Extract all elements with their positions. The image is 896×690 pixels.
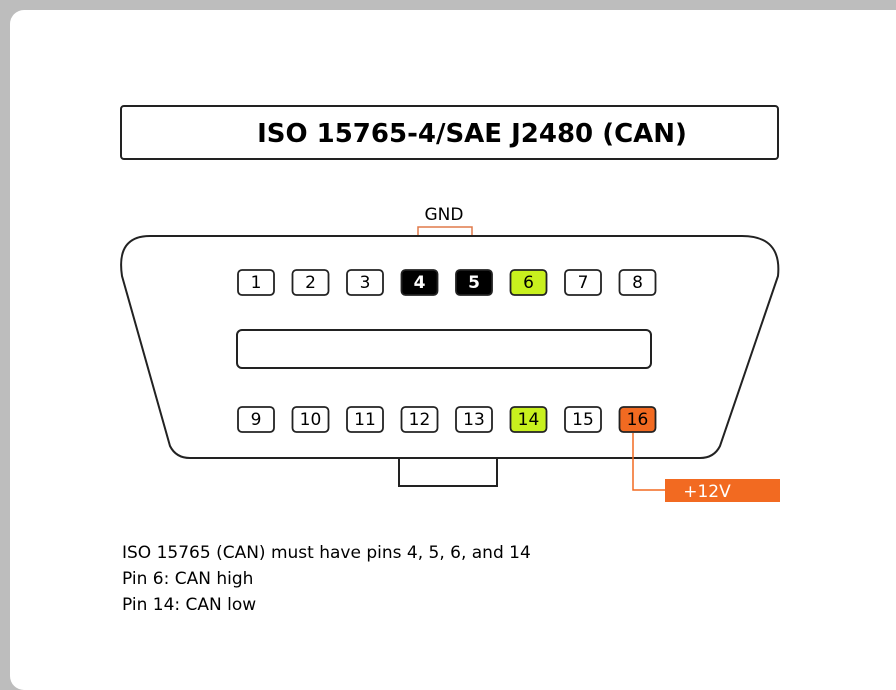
pin-number: 12 xyxy=(409,410,431,430)
top-pin-8: 8 xyxy=(618,269,657,296)
pin-number: 11 xyxy=(354,410,376,430)
pin-number: 14 xyxy=(518,410,540,430)
pin-number: 16 xyxy=(627,410,649,430)
top-pin-7: 7 xyxy=(564,269,602,296)
pin-number: 6 xyxy=(523,273,534,293)
bottom-pin-14: 14 xyxy=(509,406,548,433)
pin-number: 8 xyxy=(632,273,643,293)
center-slot xyxy=(236,329,652,369)
pin-number: 15 xyxy=(572,410,594,430)
power-label: +12V xyxy=(683,482,731,502)
pin-number: 7 xyxy=(578,273,589,293)
connector-key-tab xyxy=(398,459,498,487)
top-pin-1: 1 xyxy=(237,269,275,296)
bottom-pin-16: 16 xyxy=(618,406,657,433)
top-pin-4: 4 xyxy=(400,269,439,296)
bottom-pin-13: 13 xyxy=(455,406,493,433)
top-pin-3: 3 xyxy=(346,269,384,296)
note-line: Pin 14: CAN low xyxy=(122,595,257,615)
diagram-title: ISO 15765-4/SAE J2480 (CAN) xyxy=(257,119,687,149)
pin-number: 3 xyxy=(360,273,371,293)
bottom-pin-15: 15 xyxy=(564,406,602,433)
bottom-pin-9: 9 xyxy=(237,406,275,433)
pin-number: 2 xyxy=(305,273,316,293)
pin-number: 1 xyxy=(251,273,262,293)
top-pin-2: 2 xyxy=(291,269,330,296)
pin-number: 4 xyxy=(414,273,426,293)
pin-number: 13 xyxy=(463,410,485,430)
notes-block: ISO 15765 (CAN) must have pins 4, 5, 6, … xyxy=(122,540,531,618)
gnd-label: GND xyxy=(425,205,464,225)
note-line: ISO 15765 (CAN) must have pins 4, 5, 6, … xyxy=(122,543,531,563)
top-pin-5: 5 xyxy=(455,269,493,296)
pin-number: 5 xyxy=(468,273,480,293)
bottom-pin-10: 10 xyxy=(291,406,330,433)
pin-number: 9 xyxy=(251,410,262,430)
bottom-pin-11: 11 xyxy=(346,406,384,433)
note-line: Pin 6: CAN high xyxy=(122,569,254,589)
top-pin-6: 6 xyxy=(509,269,548,296)
bottom-pin-12: 12 xyxy=(400,406,439,433)
pin-number: 10 xyxy=(300,410,322,430)
